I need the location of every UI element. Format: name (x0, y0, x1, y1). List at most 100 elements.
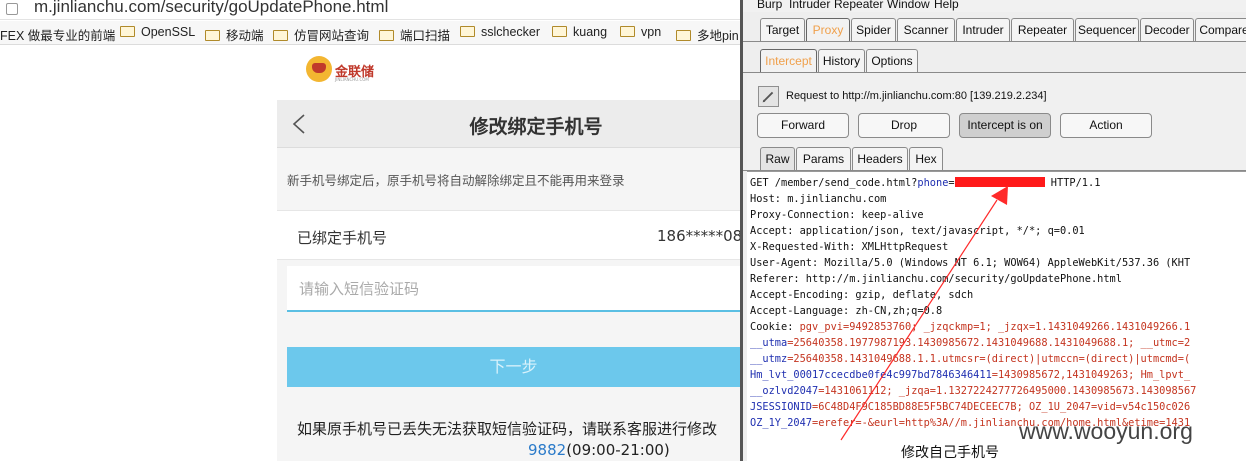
logo-subtext: JINLIANCHU.COM (335, 77, 369, 82)
tab-params[interactable]: Params (796, 147, 851, 171)
tab-hex[interactable]: Hex (909, 147, 943, 171)
bookmark-openssl[interactable]: OpenSSL (120, 25, 195, 39)
menu-repeater[interactable]: Repeater (834, 0, 883, 11)
notice-text: 新手机号绑定后，原手机号将自动解除绑定且不能再用来登录 (287, 173, 625, 188)
menu-window[interactable]: Window (887, 0, 930, 11)
menu-burp[interactable]: Burp (757, 0, 782, 11)
bookmark-label: 移动端 (226, 29, 264, 43)
tab-intercept[interactable]: Intercept (760, 49, 817, 73)
folder-icon (120, 26, 135, 37)
folder-icon (379, 30, 394, 41)
cookie-value: pgv_pvi=9492853760; _jzqckmp=1; _jzqx=1.… (799, 321, 1191, 333)
cookie-key: OZ_1Y_2047 (750, 417, 812, 429)
bookmark-mobile[interactable]: 移动端 (205, 25, 264, 44)
next-step-button[interactable]: 下一步 (287, 347, 740, 387)
tab-repeater[interactable]: Repeater (1011, 18, 1074, 42)
tab-options[interactable]: Options (866, 49, 918, 73)
page-header: 修改绑定手机号 (277, 100, 740, 148)
bookmark-ping[interactable]: 多地pin (676, 25, 739, 44)
header-line: Accept-Encoding: gzip, deflate, sdch (750, 289, 974, 301)
cookie-key: Cookie: (750, 321, 800, 333)
bookmark-label: OpenSSL (141, 25, 196, 39)
address-bar[interactable]: m.jinlianchu.com/security/goUpdatePhone.… (0, 0, 740, 20)
bookmark-label: 仿冒网站查询 (294, 29, 370, 43)
intercept-toggle-button[interactable]: Intercept is on (959, 113, 1051, 138)
header-line: Host: m.jinlianchu.com (750, 193, 887, 205)
cookie-key: __ozlvd2047 (750, 385, 819, 397)
sms-code-input[interactable] (299, 276, 719, 302)
http-version: HTTP/1.1 (1044, 177, 1101, 189)
cookie-value: =25640358.1977987193.1430985672.14310496… (787, 337, 1191, 349)
tab-proxy[interactable]: Proxy (806, 18, 850, 42)
tab-intruder[interactable]: Intruder (956, 18, 1010, 42)
cookie-key: Hm_lvt_00017ccecdbe0fe4c997bd7846346411 (750, 369, 992, 381)
bookmark-label: 端口扫描 (400, 29, 451, 43)
header-line: User-Agent: Mozilla/5.0 (Windows NT 6.1;… (750, 257, 1191, 269)
cow-logo-icon (306, 56, 332, 82)
header-line: Accept-Language: zh-CN,zh;q=0.8 (750, 305, 943, 317)
burp-window: Burp Intruder Repeater Window Help Targe… (740, 0, 1246, 461)
tab-raw[interactable]: Raw (760, 147, 795, 171)
sms-code-row (287, 266, 740, 312)
pencil-icon[interactable] (758, 86, 779, 107)
tab-headers[interactable]: Headers (852, 147, 908, 171)
menu-intruder[interactable]: Intruder (789, 0, 830, 11)
redacted-phone (954, 177, 1045, 187)
cookie-value: =1430985672,1431049263; Hm_lpvt_ (991, 369, 1191, 381)
bound-phone-value: 186*****08 (657, 227, 740, 245)
header-line: Accept: application/json, text/javascrip… (750, 225, 1085, 237)
bookmark-fex[interactable]: FEX 做最专业的前端 (0, 25, 115, 44)
browser-window: m.jinlianchu.com/security/goUpdatePhone.… (0, 0, 740, 461)
tab-target[interactable]: Target (760, 18, 805, 42)
url-text[interactable]: m.jinlianchu.com/security/goUpdatePhone.… (34, 0, 388, 17)
cookie-line: __ozlvd2047=1431061112; _jzqa=1.13272242… (750, 385, 1196, 397)
cookie-key: JSESSIONID (750, 401, 812, 413)
bookmark-vpn[interactable]: vpn (620, 25, 661, 39)
bookmark-label: vpn (641, 25, 662, 39)
back-arrow-icon[interactable] (291, 114, 307, 134)
request-path: GET /member/send_code.html? (750, 177, 918, 189)
drop-button[interactable]: Drop (858, 113, 950, 138)
bookmarks-bar: FEX 做最专业的前端 OpenSSL 移动端 仿冒网站查询 端口扫描 sslc… (0, 21, 740, 45)
site-logo[interactable]: 金联储 JINLIANCHU.COM (306, 56, 378, 88)
service-hours: (09:00-21:00) (566, 441, 670, 459)
action-button[interactable]: Action (1060, 113, 1152, 138)
bookmark-label: sslchecker (481, 25, 541, 39)
request-target: Request to http://m.jinlianchu.com:80 [1… (786, 90, 1047, 102)
forward-button[interactable]: Forward (757, 113, 849, 138)
cookie-value: =6C48D4F9C185BD88E5F5BC74DECEEC7B; OZ_1U… (812, 401, 1191, 413)
tab-scanner[interactable]: Scanner (897, 18, 955, 42)
cookie-value: =1431061112; _jzqa=1.1327224277726495000… (818, 385, 1197, 397)
bookmark-label: FEX 做最专业的前端 (0, 29, 116, 43)
page-icon (6, 3, 18, 15)
burp-menu-bar: Burp Intruder Repeater Window Help (743, 0, 1246, 12)
cookie-key: __utma (750, 337, 788, 349)
folder-icon (676, 30, 691, 41)
tab-history[interactable]: History (818, 49, 865, 73)
folder-icon (273, 30, 288, 41)
cookie-line: __utmz=25640358.1431049688.1.1.utmcsr=(d… (750, 353, 1190, 365)
cookie-line: JSESSIONID=6C48D4F9C185BD88E5F5BC74DECEE… (750, 401, 1190, 413)
menu-help[interactable]: Help (934, 0, 959, 11)
folder-icon (460, 26, 475, 37)
tab-decoder[interactable]: Decoder (1140, 18, 1194, 42)
bookmark-port-scan[interactable]: 端口扫描 (379, 25, 450, 44)
bookmark-kuang[interactable]: kuang (552, 25, 607, 39)
annotation-text: 修改自己手机号 (901, 442, 999, 461)
cookie-key: __utmz (750, 353, 788, 365)
mobile-view: 修改绑定手机号 新手机号绑定后，原手机号将自动解除绑定且不能再用来登录 已绑定手… (277, 100, 740, 461)
tab-sequencer[interactable]: Sequencer (1075, 18, 1139, 42)
tab-spider[interactable]: Spider (851, 18, 896, 42)
header-line: Proxy-Connection: keep-alive (750, 209, 924, 221)
cookie-line: __utma=25640358.1977987193.1430985672.14… (750, 337, 1190, 349)
help-text: 如果原手机号已丢失无法获取短信验证码，请联系客服进行修改 (297, 420, 718, 438)
service-phone[interactable]: 9882 (528, 441, 566, 459)
bookmark-label: kuang (573, 25, 608, 39)
bound-phone-label: 已绑定手机号 (297, 229, 388, 247)
bound-phone-row: 已绑定手机号 186*****08 (277, 210, 740, 260)
tab-comparer[interactable]: Compare (1195, 18, 1246, 42)
bookmark-sslchecker[interactable]: sslchecker (460, 25, 540, 39)
help-contact: 9882(09:00-21:00) (528, 441, 670, 459)
bookmark-phishing-check[interactable]: 仿冒网站查询 (273, 25, 369, 44)
request-line: GET /member/send_code.html?phone= HTTP/1… (750, 177, 1100, 189)
